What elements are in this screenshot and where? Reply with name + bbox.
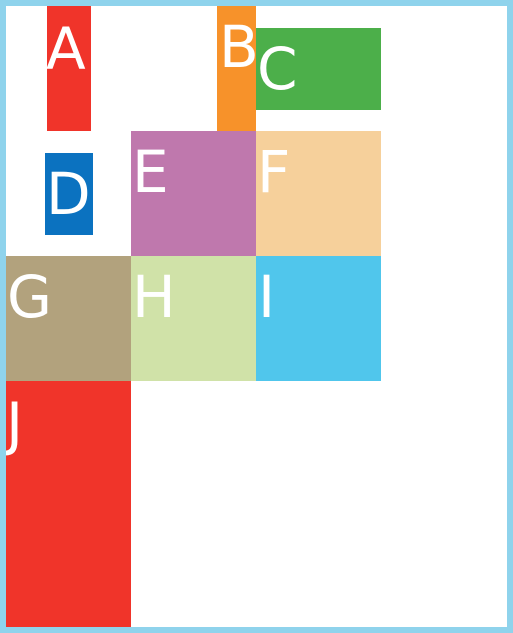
block-b: B [217,6,259,131]
block-g-label: G [7,263,52,331]
block-f-label: F [257,138,291,206]
block-e: E [131,131,256,256]
block-c: C [256,28,381,110]
block-d-label: D [46,160,91,228]
block-j-label: J [6,390,24,458]
layout-frame: A B C D E F G H I J [0,0,513,633]
block-e-label: E [132,138,169,206]
block-a: A [46,6,91,131]
block-g: G [6,256,131,381]
block-i: I [256,256,381,381]
block-c-label: C [257,35,298,103]
block-a-label: A [46,15,86,83]
block-i-label: I [258,263,276,331]
block-h-label: H [132,263,176,331]
block-b-label: B [219,13,259,81]
block-d: D [45,153,93,235]
block-f: F [256,131,381,256]
block-h: H [131,256,256,381]
block-j: J [6,381,131,627]
